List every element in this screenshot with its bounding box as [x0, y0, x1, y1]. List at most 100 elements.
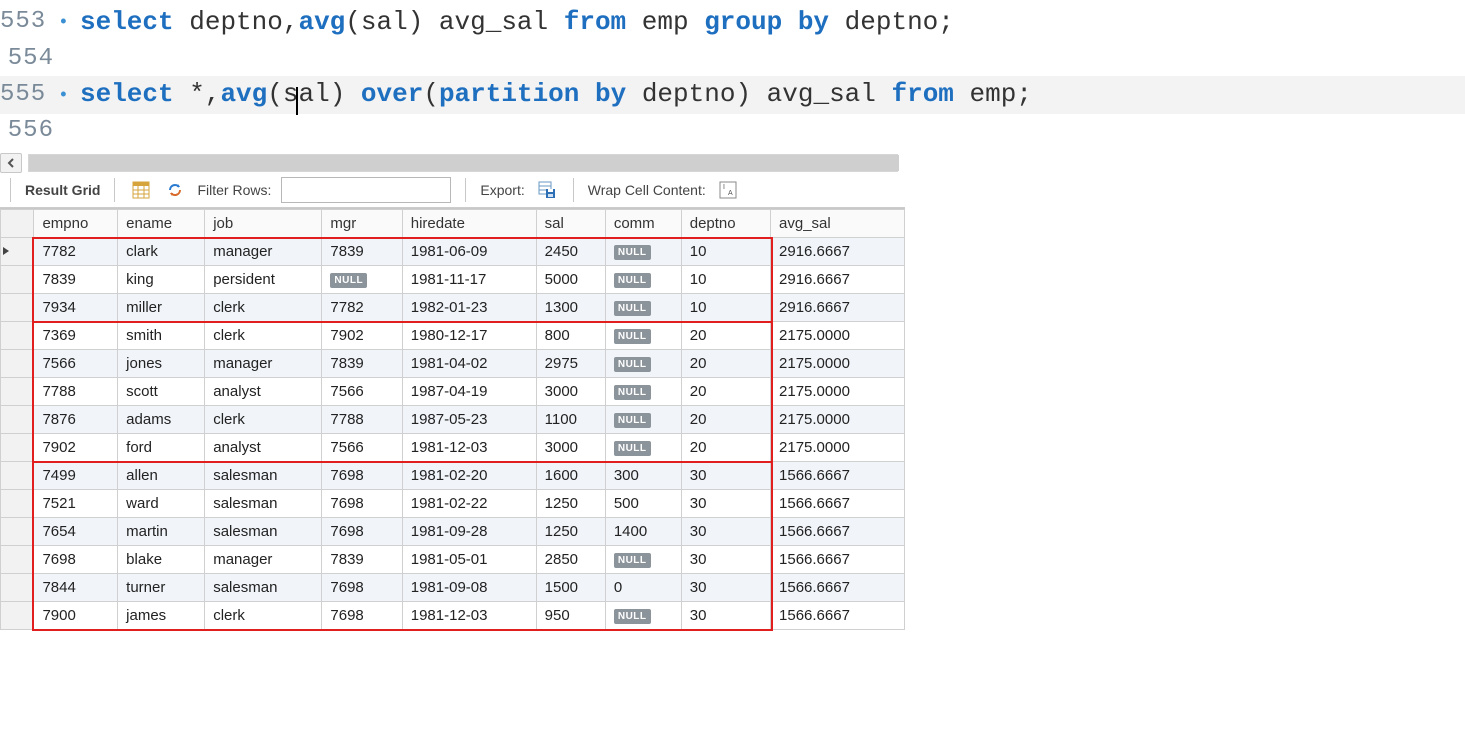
row-selector[interactable]	[1, 237, 34, 265]
cell-comm[interactable]: 1400	[605, 517, 681, 545]
cell-empno[interactable]: 7934	[34, 293, 118, 321]
table-row[interactable]: 7844turnersalesman76981981-09-0815000301…	[1, 573, 905, 601]
cell-deptno[interactable]: 30	[681, 489, 770, 517]
row-selector[interactable]	[1, 461, 34, 489]
cell-sal[interactable]: 1600	[536, 461, 605, 489]
editor-line[interactable]: 556	[0, 114, 1465, 149]
cell-ename[interactable]: king	[118, 265, 205, 293]
cell-avg_sal[interactable]: 2175.0000	[771, 321, 905, 349]
cell-avg_sal[interactable]: 2916.6667	[771, 237, 905, 265]
cell-deptno[interactable]: 20	[681, 349, 770, 377]
cell-mgr[interactable]: 7839	[322, 349, 402, 377]
column-header-ename[interactable]: ename	[118, 209, 205, 237]
cell-comm[interactable]: NULL	[605, 349, 681, 377]
cell-comm[interactable]: NULL	[605, 405, 681, 433]
cell-mgr[interactable]: 7698	[322, 489, 402, 517]
cell-ename[interactable]: smith	[118, 321, 205, 349]
cell-mgr[interactable]: 7698	[322, 601, 402, 629]
cell-avg_sal[interactable]: 2175.0000	[771, 433, 905, 461]
table-row[interactable]: 7876adamsclerk77881987-05-231100NULL2021…	[1, 405, 905, 433]
table-row[interactable]: 7654martinsalesman76981981-09-2812501400…	[1, 517, 905, 545]
cell-ename[interactable]: ford	[118, 433, 205, 461]
cell-job[interactable]: manager	[205, 349, 322, 377]
cell-comm[interactable]: NULL	[605, 545, 681, 573]
table-row[interactable]: 7839kingpersidentNULL1981-11-175000NULL1…	[1, 265, 905, 293]
cell-hiredate[interactable]: 1981-02-22	[402, 489, 536, 517]
cell-deptno[interactable]: 30	[681, 573, 770, 601]
cell-hiredate[interactable]: 1981-12-03	[402, 601, 536, 629]
row-selector[interactable]	[1, 433, 34, 461]
cell-job[interactable]: analyst	[205, 433, 322, 461]
cell-ename[interactable]: clark	[118, 237, 205, 265]
code-content[interactable]: select deptno,avg(sal) avg_sal from emp …	[60, 4, 954, 42]
cell-job[interactable]: clerk	[205, 405, 322, 433]
column-header-hiredate[interactable]: hiredate	[402, 209, 536, 237]
cell-sal[interactable]: 1500	[536, 573, 605, 601]
cell-hiredate[interactable]: 1987-05-23	[402, 405, 536, 433]
cell-job[interactable]: analyst	[205, 377, 322, 405]
table-row[interactable]: 7934millerclerk77821982-01-231300NULL102…	[1, 293, 905, 321]
cell-mgr[interactable]: 7782	[322, 293, 402, 321]
cell-avg_sal[interactable]: 2175.0000	[771, 405, 905, 433]
cell-comm[interactable]: 0	[605, 573, 681, 601]
cell-empno[interactable]: 7654	[34, 517, 118, 545]
editor-horizontal-scrollbar[interactable]	[0, 153, 1465, 173]
cell-deptno[interactable]: 10	[681, 265, 770, 293]
cell-deptno[interactable]: 20	[681, 377, 770, 405]
cell-hiredate[interactable]: 1981-12-03	[402, 433, 536, 461]
cell-mgr[interactable]: 7698	[322, 517, 402, 545]
cell-job[interactable]: manager	[205, 545, 322, 573]
cell-job[interactable]: salesman	[205, 517, 322, 545]
cell-hiredate[interactable]: 1987-04-19	[402, 377, 536, 405]
cell-hiredate[interactable]: 1982-01-23	[402, 293, 536, 321]
table-row[interactable]: 7566jonesmanager78391981-04-022975NULL20…	[1, 349, 905, 377]
row-selector[interactable]	[1, 321, 34, 349]
row-selector[interactable]	[1, 573, 34, 601]
cell-sal[interactable]: 1100	[536, 405, 605, 433]
column-header-comm[interactable]: comm	[605, 209, 681, 237]
scroll-left-icon[interactable]	[0, 153, 22, 173]
cell-ename[interactable]: turner	[118, 573, 205, 601]
cell-ename[interactable]: ward	[118, 489, 205, 517]
cell-hiredate[interactable]: 1981-06-09	[402, 237, 536, 265]
cell-deptno[interactable]: 20	[681, 433, 770, 461]
cell-avg_sal[interactable]: 2175.0000	[771, 377, 905, 405]
table-row[interactable]: 7499allensalesman76981981-02-20160030030…	[1, 461, 905, 489]
row-selector[interactable]	[1, 293, 34, 321]
cell-comm[interactable]: NULL	[605, 601, 681, 629]
scrollbar-thumb[interactable]	[29, 155, 899, 171]
refresh-icon[interactable]	[163, 178, 187, 202]
grid-view-icon[interactable]	[129, 178, 153, 202]
cell-hiredate[interactable]: 1981-11-17	[402, 265, 536, 293]
result-grid[interactable]: empnoenamejobmgrhiredatesalcommdeptnoavg…	[0, 208, 905, 630]
cell-avg_sal[interactable]: 2916.6667	[771, 265, 905, 293]
cell-mgr[interactable]: 7566	[322, 377, 402, 405]
cell-deptno[interactable]: 10	[681, 293, 770, 321]
cell-comm[interactable]: NULL	[605, 237, 681, 265]
table-row[interactable]: 7900jamesclerk76981981-12-03950NULL30156…	[1, 601, 905, 629]
editor-line[interactable]: 553 •select deptno,avg(sal) avg_sal from…	[0, 4, 1465, 42]
cell-empno[interactable]: 7698	[34, 545, 118, 573]
cell-mgr[interactable]: NULL	[322, 265, 402, 293]
cell-job[interactable]: manager	[205, 237, 322, 265]
column-header-avg_sal[interactable]: avg_sal	[771, 209, 905, 237]
cell-hiredate[interactable]: 1981-02-20	[402, 461, 536, 489]
row-selector[interactable]	[1, 349, 34, 377]
cell-mgr[interactable]: 7839	[322, 545, 402, 573]
cell-ename[interactable]: adams	[118, 405, 205, 433]
cell-empno[interactable]: 7902	[34, 433, 118, 461]
cell-deptno[interactable]: 30	[681, 517, 770, 545]
cell-mgr[interactable]: 7698	[322, 461, 402, 489]
cell-job[interactable]: persident	[205, 265, 322, 293]
cell-empno[interactable]: 7369	[34, 321, 118, 349]
cell-ename[interactable]: scott	[118, 377, 205, 405]
editor-line[interactable]: 555 •select *,avg(sal) over(partition by…	[0, 76, 1465, 114]
cell-ename[interactable]: miller	[118, 293, 205, 321]
cell-sal[interactable]: 3000	[536, 377, 605, 405]
cell-hiredate[interactable]: 1981-05-01	[402, 545, 536, 573]
cell-sal[interactable]: 950	[536, 601, 605, 629]
table-row[interactable]: 7782clarkmanager78391981-06-092450NULL10…	[1, 237, 905, 265]
cell-deptno[interactable]: 30	[681, 461, 770, 489]
table-row[interactable]: 7698blakemanager78391981-05-012850NULL30…	[1, 545, 905, 573]
column-header-sal[interactable]: sal	[536, 209, 605, 237]
